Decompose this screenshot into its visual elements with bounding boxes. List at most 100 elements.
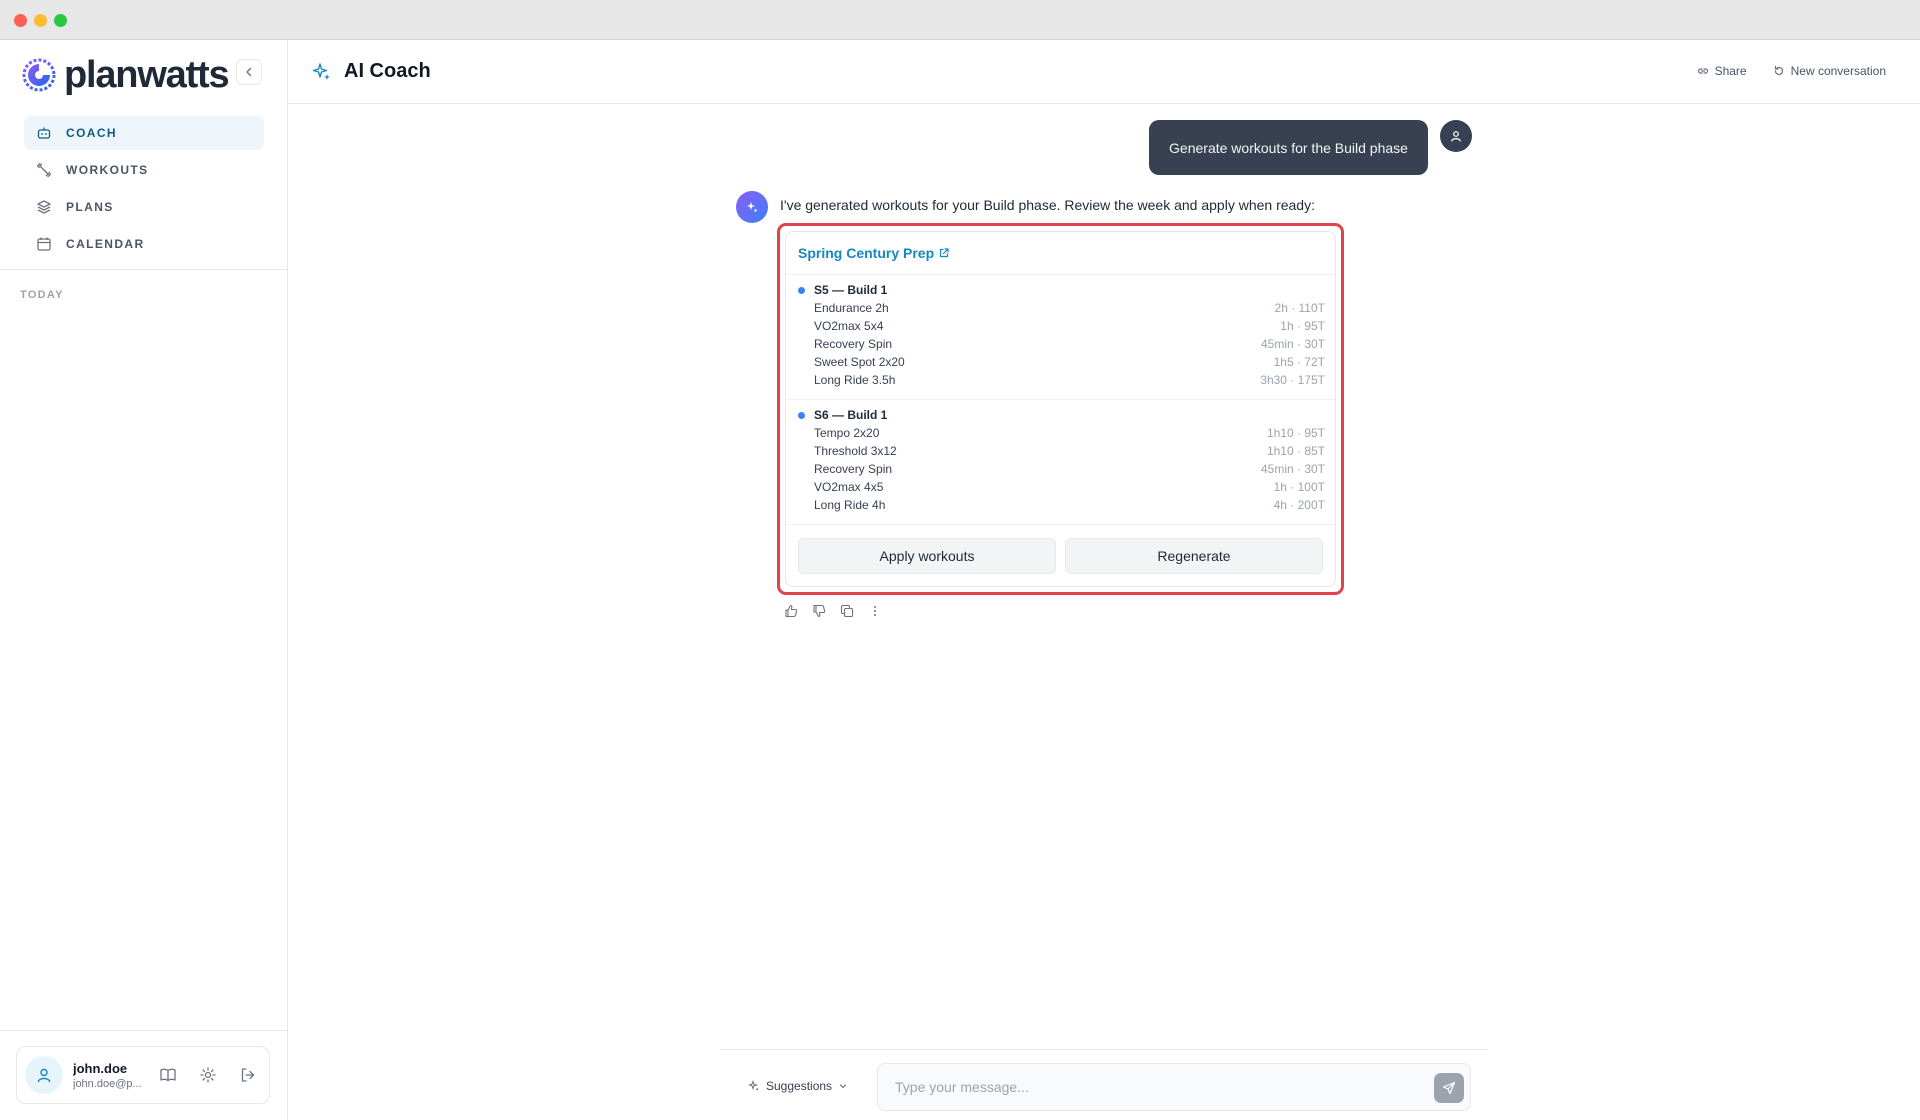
header-actions: Share New conversation (1697, 64, 1886, 78)
app-window: planwatts COACH WORKOUTS PLANS CALENDAR (0, 40, 1920, 1120)
workout-name: Sweet Spot 2x20 (814, 355, 905, 369)
workout-name: Threshold 3x12 (814, 444, 897, 458)
workout-meta: 1h10 · 85T (1266, 444, 1325, 458)
week-header: S5 — Build 1 (798, 281, 1325, 299)
workout-row[interactable]: Endurance 2h 2h · 110T (798, 299, 1325, 317)
sidebar-nav: COACH WORKOUTS PLANS CALENDAR (24, 116, 264, 264)
collapse-sidebar-button[interactable] (236, 59, 262, 85)
sidebar-item-coach[interactable]: COACH (24, 116, 264, 150)
gear-icon (200, 1067, 216, 1083)
workout-plan-card: Spring Century Prep S5 — Build 1 Enduran… (785, 231, 1336, 587)
user-actions (157, 1064, 259, 1086)
user-icon (1451, 131, 1461, 142)
brand-name: planwatts (64, 54, 230, 96)
workout-meta: 45min · 30T (1260, 337, 1325, 351)
sidebar: planwatts COACH WORKOUTS PLANS CALENDAR (0, 40, 288, 1120)
copy-icon (840, 604, 854, 618)
regenerate-button[interactable]: Regenerate (1065, 538, 1323, 574)
sidebar-item-calendar[interactable]: CALENDAR (24, 227, 264, 261)
conversations-section-label: TODAY (20, 289, 64, 301)
workout-name: Long Ride 4h (814, 498, 886, 512)
more-options-button[interactable] (867, 603, 883, 619)
avatar[interactable] (25, 1056, 63, 1094)
new-conversation-button[interactable]: New conversation (1773, 64, 1886, 78)
user-message-bubble: Generate workouts for the Build phase (1149, 120, 1428, 175)
chevron-left-icon (246, 67, 252, 77)
plan-link[interactable]: Spring Century Prep (798, 245, 950, 261)
new-conversation-label: New conversation (1790, 64, 1886, 78)
chevron-down-icon (839, 1084, 847, 1089)
share-button[interactable]: Share (1697, 64, 1747, 78)
suggestions-label: Suggestions (766, 1079, 833, 1093)
week-dot (798, 411, 805, 419)
sparkles-icon (312, 63, 330, 80)
workout-name: Long Ride 3.5h (814, 373, 896, 387)
sparkles-icon (748, 1080, 759, 1091)
workout-name: Tempo 2x20 (814, 426, 880, 440)
planwatts-logo-icon (22, 58, 56, 92)
calendar-icon (37, 237, 51, 251)
sidebar-item-workouts[interactable]: WORKOUTS (24, 153, 264, 187)
main-header: AI Coach Share New conversation (288, 40, 1920, 104)
send-icon (1442, 1081, 1456, 1095)
sidebar-divider (0, 269, 287, 270)
workout-name: VO2max 4x5 (814, 480, 884, 494)
logout-icon (241, 1068, 255, 1082)
sidebar-item-label: WORKOUTS (66, 163, 149, 177)
share-label: Share (1714, 64, 1747, 78)
minimize-window-button[interactable] (34, 14, 47, 27)
workout-name: Recovery Spin (814, 462, 893, 476)
workout-row[interactable]: VO2max 5x4 1h · 95T (798, 317, 1325, 335)
workout-meta: 1h · 95T (1280, 319, 1325, 333)
week-title: S5 — Build 1 (814, 283, 888, 297)
sidebar-footer-divider (0, 1030, 287, 1031)
week-block: S5 — Build 1 Endurance 2h 2h · 110T VO2ma… (798, 281, 1325, 389)
thumbs-down-button[interactable] (811, 603, 827, 619)
close-window-button[interactable] (14, 14, 27, 27)
message-input[interactable] (879, 1065, 1419, 1109)
workout-meta: 1h10 · 95T (1266, 426, 1325, 440)
settings-button[interactable] (197, 1064, 219, 1086)
workout-row[interactable]: Sweet Spot 2x20 1h5 · 72T (798, 353, 1325, 371)
workout-meta: 45min · 30T (1260, 462, 1325, 476)
workout-row[interactable]: Recovery Spin 45min · 30T (798, 460, 1325, 478)
thumbs-up-button[interactable] (783, 603, 799, 619)
bot-icon (37, 127, 51, 139)
workout-meta: 1h5 · 72T (1273, 355, 1325, 369)
apply-workouts-button[interactable]: Apply workouts (798, 538, 1056, 574)
card-divider (786, 399, 1335, 400)
thumbs-down-icon (813, 604, 826, 618)
user-email: john.doe@p... (73, 1077, 142, 1090)
user-icon (37, 1068, 51, 1083)
workout-row[interactable]: VO2max 4x5 1h · 100T (798, 478, 1325, 496)
book-open-icon (160, 1068, 176, 1082)
logout-button[interactable] (237, 1064, 259, 1086)
workout-name: VO2max 5x4 (814, 319, 884, 333)
more-vertical-icon (874, 606, 876, 616)
message-input-wrapper (877, 1063, 1471, 1111)
brand[interactable]: planwatts (22, 50, 230, 100)
workout-row[interactable]: Threshold 3x12 1h10 · 85T (798, 442, 1325, 460)
send-button[interactable] (1434, 1073, 1464, 1103)
docs-button[interactable] (157, 1064, 179, 1086)
thumbs-up-icon (785, 604, 798, 618)
message-feedback-bar (783, 603, 883, 619)
sidebar-item-plans[interactable]: PLANS (24, 190, 264, 224)
suggestions-dropdown[interactable]: Suggestions (748, 1079, 848, 1093)
workout-row[interactable]: Long Ride 3.5h 3h30 · 175T (798, 371, 1325, 389)
plan-name: Spring Century Prep (798, 245, 935, 261)
workout-row[interactable]: Tempo 2x20 1h10 · 95T (798, 424, 1325, 442)
sidebar-item-label: CALENDAR (66, 237, 145, 251)
workout-row[interactable]: Recovery Spin 45min · 30T (798, 335, 1325, 353)
link-icon (1697, 68, 1708, 74)
maximize-window-button[interactable] (54, 14, 67, 27)
user-message-avatar (1440, 120, 1472, 152)
workout-meta: 3h30 · 175T (1260, 373, 1325, 387)
layers-icon (37, 200, 51, 214)
workout-row[interactable]: Long Ride 4h 4h · 200T (798, 496, 1325, 514)
window-titlebar (0, 0, 1920, 40)
week-dot (798, 286, 805, 294)
copy-button[interactable] (839, 603, 855, 619)
workout-name: Recovery Spin (814, 337, 893, 351)
user-info: john.doe john.doe@p... (73, 1061, 143, 1090)
